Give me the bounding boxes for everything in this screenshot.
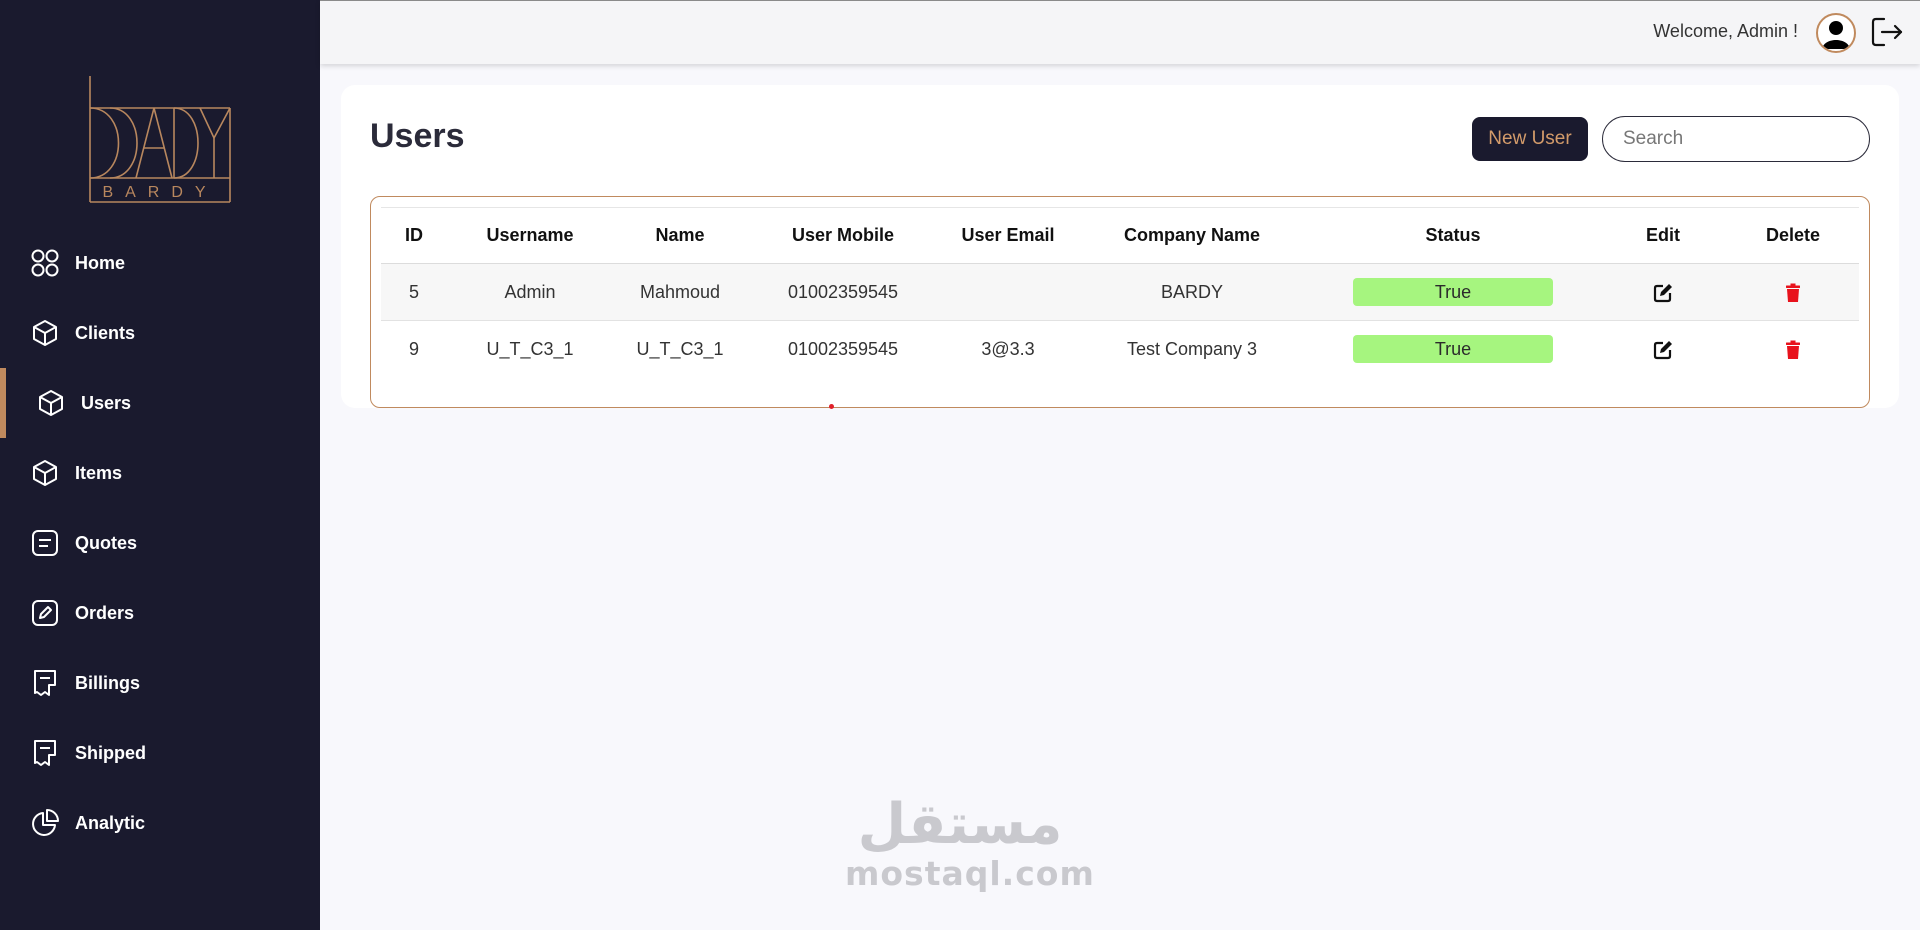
receipt-icon	[30, 738, 60, 768]
cell-id: 5	[381, 263, 447, 321]
column-header-status[interactable]: Status	[1307, 207, 1599, 264]
watermark-latin-text: mostaql.com	[845, 854, 1095, 893]
sidebar-item-label: Items	[75, 462, 123, 483]
sidebar-item-label: Users	[81, 392, 132, 413]
sidebar-item-label: Orders	[75, 602, 135, 623]
cell-company: BARDY	[1077, 263, 1307, 321]
user-avatar-icon[interactable]	[1816, 13, 1856, 53]
edit-document-icon	[30, 598, 60, 628]
sidebar-item-billings[interactable]: Billings	[0, 648, 320, 718]
users-table: ID Username Name User Mobile User Email …	[381, 207, 1859, 378]
sidebar-item-label: Shipped	[75, 742, 146, 763]
column-header-edit: Edit	[1599, 207, 1727, 264]
cell-email	[939, 263, 1077, 321]
column-header-company[interactable]: Company Name	[1077, 207, 1307, 264]
sidebar-item-shipped[interactable]: Shipped	[0, 718, 320, 788]
top-bar: Welcome, Admin !	[320, 0, 1920, 64]
status-badge: True	[1353, 335, 1553, 364]
sidebar-item-clients[interactable]: Clients	[0, 298, 320, 368]
sidebar-item-label: Quotes	[75, 532, 138, 553]
sidebar-item-home[interactable]: Home	[0, 228, 320, 298]
cell-username: Admin	[447, 263, 613, 321]
column-header-delete: Delete	[1727, 207, 1859, 264]
edit-icon[interactable]	[1653, 340, 1673, 360]
new-user-button[interactable]: New User	[1472, 117, 1588, 161]
cube-icon	[30, 318, 60, 348]
cube-icon	[30, 458, 60, 488]
sidebar-nav: Home Clients Users Items Quotes Orders B…	[0, 228, 320, 858]
cell-edit	[1599, 263, 1727, 321]
sidebar-item-analytic[interactable]: Analytic	[0, 788, 320, 858]
sidebar-item-quotes[interactable]: Quotes	[0, 508, 320, 578]
bardy-logo[interactable]: BARDY	[88, 76, 232, 206]
table-row: 5 Admin Mahmoud 01002359545 BARDY True	[381, 263, 1859, 321]
sidebar-item-items[interactable]: Items	[0, 438, 320, 508]
sidebar-item-label: Home	[75, 252, 126, 273]
cell-id: 9	[408, 338, 419, 359]
cell-username: U_T_C3_1	[486, 338, 574, 359]
cell-status: True	[1307, 321, 1599, 378]
cell-email: 3@3.3	[981, 338, 1035, 359]
users-table-container: ID Username Name User Mobile User Email …	[370, 196, 1870, 408]
page-title: Users	[370, 117, 465, 155]
sidebar-item-label: Billings	[75, 672, 141, 693]
table-header-row: ID Username Name User Mobile User Email …	[381, 207, 1859, 264]
cell-mobile: 01002359545	[747, 263, 939, 321]
trash-icon[interactable]	[1783, 340, 1803, 360]
users-card: Users New User ID Username Name User Mob…	[341, 85, 1899, 408]
cell-status: True	[1307, 263, 1599, 321]
cell-mobile: 01002359545	[787, 338, 899, 359]
cell-delete	[1727, 263, 1859, 321]
table-row: 9 U_T_C3_1 U_T_C3_1 01002359545 3@3.3 Te…	[381, 321, 1859, 378]
column-header-email[interactable]: User Email	[939, 207, 1077, 264]
sidebar-item-label: Clients	[75, 322, 136, 343]
cell-name: Mahmoud	[613, 263, 747, 321]
column-header-mobile[interactable]: User Mobile	[747, 207, 939, 264]
cube-icon	[36, 388, 66, 418]
welcome-text: Welcome, Admin !	[1653, 21, 1798, 41]
logout-icon[interactable]	[1870, 15, 1904, 49]
watermark-arabic-text: مستقل	[857, 792, 1063, 857]
cell-name: U_T_C3_1	[636, 338, 724, 359]
watermark: مستقل mostaql.com	[845, 792, 1095, 893]
column-header-id[interactable]: ID	[381, 207, 447, 264]
column-header-name[interactable]: Name	[613, 207, 747, 264]
cell-edit	[1599, 321, 1727, 378]
sidebar: BARDY Home Clients Users Items Quotes Or…	[0, 0, 320, 930]
svg-text:BARDY: BARDY	[102, 184, 217, 201]
sidebar-item-orders[interactable]: Orders	[0, 578, 320, 648]
trash-icon[interactable]	[1783, 283, 1803, 303]
search-input[interactable]	[1602, 116, 1870, 162]
column-header-username[interactable]: Username	[447, 207, 613, 264]
receipt-icon	[30, 668, 60, 698]
status-badge: True	[1353, 278, 1553, 306]
pie-chart-icon	[30, 808, 60, 838]
cursor-dot	[829, 404, 834, 409]
sidebar-item-users[interactable]: Users	[0, 368, 320, 438]
cell-delete	[1727, 321, 1859, 378]
grid-icon	[30, 248, 60, 278]
edit-icon[interactable]	[1653, 283, 1673, 303]
cell-company: Test Company 3	[1126, 338, 1258, 359]
document-lines-icon	[30, 528, 60, 558]
sidebar-item-label: Analytic	[75, 812, 146, 833]
